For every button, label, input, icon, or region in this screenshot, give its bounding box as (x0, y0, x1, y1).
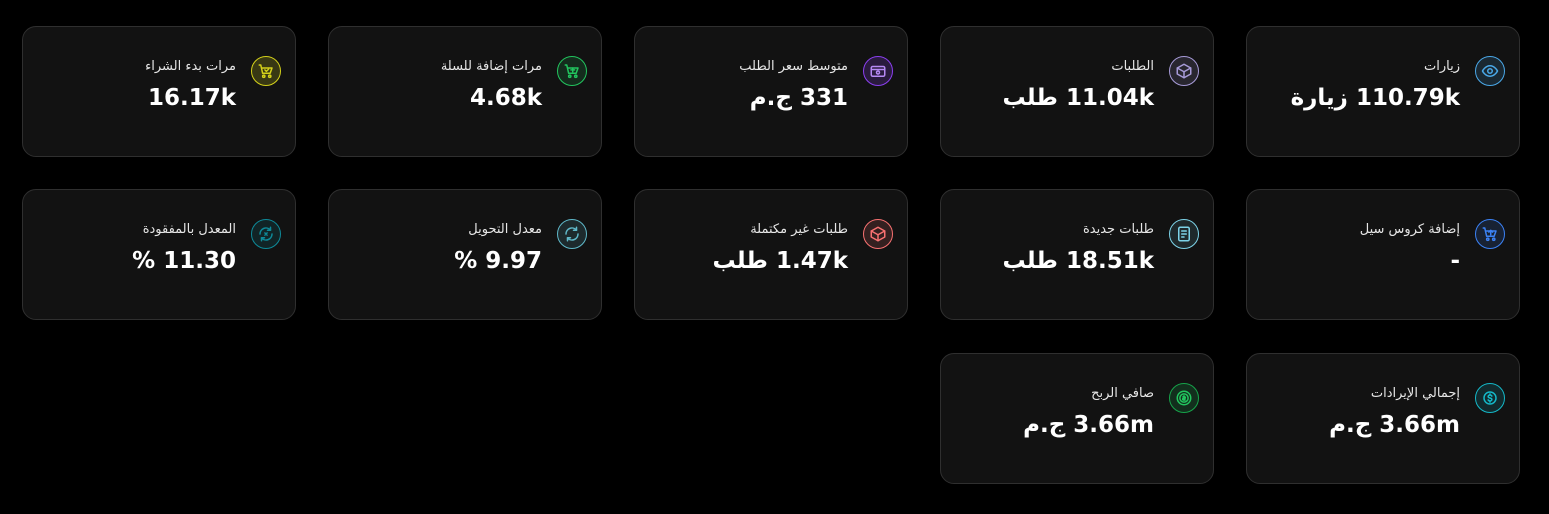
stat-value: 16.17k (147, 85, 236, 111)
cart-check-icon (251, 56, 281, 86)
stat-value: 11.30 % (132, 248, 236, 274)
stat-label: مرات إضافة للسلة (440, 59, 542, 74)
stat-label: المعدل بالمفقودة (142, 222, 236, 237)
receipt-icon (1169, 219, 1199, 249)
stat-value: 18.51k طلب (1002, 248, 1154, 274)
refresh-icon (557, 219, 587, 249)
stats-grid: زيارات 110.79k زيارة الطلبات 11.04k طلب … (0, 0, 1549, 514)
stat-label: إجمالي الإيرادات (1370, 386, 1460, 401)
stat-card-incomplete-orders: طلبات غير مكتملة 1.47k طلب (634, 189, 908, 320)
stat-label: طلبات جديدة (1082, 222, 1154, 237)
stat-card-add-to-cart: مرات إضافة للسلة 4.68k (328, 26, 602, 157)
stat-card-conversion-rate: معدل التحويل 9.97 % (328, 189, 602, 320)
stat-label: مرات بدء الشراء (145, 59, 236, 74)
cart-add-icon (557, 56, 587, 86)
stat-label: معدل التحويل (468, 222, 542, 237)
stat-card-cross-sell: إضافة كروس سيل - (1246, 189, 1520, 320)
stat-card-total-revenue: إجمالي الإيرادات 3.66m ج.م (1246, 353, 1520, 484)
stat-label: زيارات (1424, 59, 1460, 74)
cart-upload-icon (1475, 219, 1505, 249)
stat-value: 3.66m ج.م (1023, 412, 1154, 438)
box-x-icon (863, 219, 893, 249)
stat-label: طلبات غير مكتملة (750, 222, 848, 237)
stat-value: 11.04k طلب (1002, 85, 1154, 111)
stat-card-new-orders: طلبات جديدة 18.51k طلب (940, 189, 1214, 320)
stat-card-avg-order-price: متوسط سعر الطلب 331 ج.م (634, 26, 908, 157)
wallet-icon (863, 56, 893, 86)
stat-value: - (1450, 248, 1460, 274)
stat-card-visits: زيارات 110.79k زيارة (1246, 26, 1520, 157)
dollar-coin-icon (1169, 383, 1199, 413)
stat-label: صافي الربح (1091, 386, 1154, 401)
stat-value: 9.97 % (454, 248, 542, 274)
stat-card-checkout-starts: مرات بدء الشراء 16.17k (22, 26, 296, 157)
package-icon (1169, 56, 1199, 86)
stat-value: 110.79k زيارة (1290, 85, 1460, 111)
stat-card-net-profit: صافي الربح 3.66m ج.م (940, 353, 1214, 484)
eye-icon (1475, 56, 1505, 86)
stat-card-orders: الطلبات 11.04k طلب (940, 26, 1214, 157)
stat-label: متوسط سعر الطلب (739, 59, 848, 74)
dollar-circle-icon (1475, 383, 1505, 413)
refresh-x-icon (251, 219, 281, 249)
stat-value: 4.68k (469, 85, 542, 111)
stat-value: 1.47k طلب (712, 248, 848, 274)
stat-label: إضافة كروس سيل (1359, 222, 1460, 237)
stat-value: 3.66m ج.م (1329, 412, 1460, 438)
stat-card-lost-rate: المعدل بالمفقودة 11.30 % (22, 189, 296, 320)
stat-value: 331 ج.م (749, 85, 848, 111)
stat-label: الطلبات (1111, 59, 1154, 74)
